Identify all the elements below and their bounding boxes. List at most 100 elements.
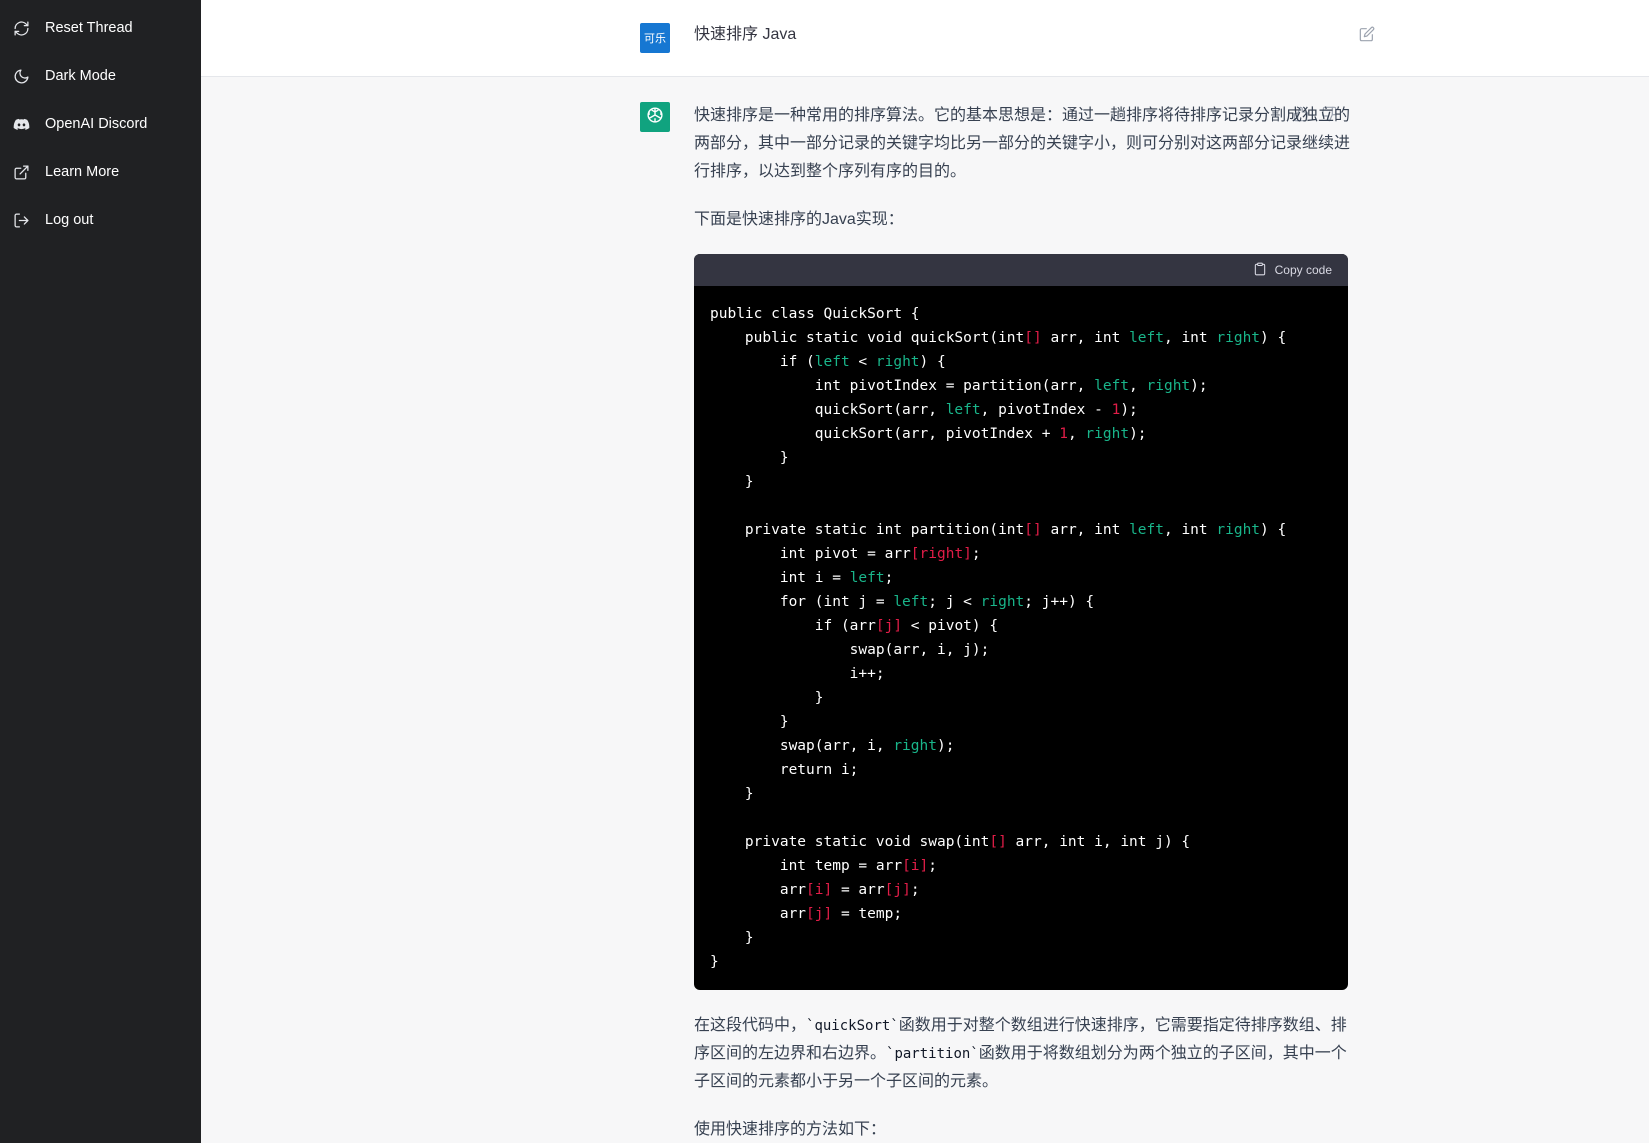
sidebar: Reset Thread Dark Mode OpenAI Discord Le… (0, 0, 201, 1143)
edit-icon (1359, 26, 1375, 46)
openai-logo-icon (644, 104, 666, 131)
code-token: if (arr (710, 618, 876, 634)
java-code: public class QuickSort { public static v… (694, 286, 1348, 990)
code-token: , (1129, 378, 1147, 394)
code-token: int pivotIndex = partition(arr, (710, 378, 1095, 394)
code-line: if (arr[j] < pivot) { (710, 614, 1332, 638)
code-token: arr, int (1041, 522, 1130, 538)
code-token: [j] (806, 906, 833, 922)
code-token: ; (884, 570, 894, 586)
code-line: private static void swap(int[] arr, int … (710, 830, 1332, 854)
code-block-header: Copy code (694, 254, 1348, 286)
code-token: right (875, 354, 920, 370)
code-token: arr, int (1041, 330, 1130, 346)
code-token: , int (1163, 522, 1217, 538)
user-avatar: 可乐 (640, 23, 670, 53)
code-token: left (814, 354, 850, 370)
code-token: } (710, 474, 754, 490)
dark-mode-button[interactable]: Dark Mode (0, 56, 201, 96)
code-token: ) { (1260, 522, 1287, 538)
code-token: arr, int i, int j) { (1006, 834, 1191, 850)
code-token: ); (1190, 378, 1208, 394)
code-line: for (int j = left; j < right; j++) { (710, 590, 1332, 614)
code-line: } (710, 950, 1332, 974)
code-line: ​ (710, 806, 1332, 830)
code-token: [j] (875, 618, 903, 634)
code-token: return i; (710, 762, 859, 778)
reset-thread-button[interactable]: Reset Thread (0, 8, 201, 48)
code-line: } (710, 446, 1332, 470)
code-line: arr[j] = temp; (710, 902, 1332, 926)
log-out-button[interactable]: Log out (0, 200, 201, 240)
discord-icon (12, 115, 30, 133)
code-line: i++; (710, 662, 1332, 686)
code-token: left (1094, 378, 1130, 394)
code-token: swap(arr, i, j); (710, 642, 990, 658)
code-line: int temp = arr[i]; (710, 854, 1332, 878)
openai-discord-link[interactable]: OpenAI Discord (0, 104, 201, 144)
logout-icon (12, 211, 30, 229)
copy-code-label: Copy code (1274, 263, 1332, 277)
code-token: int temp = arr (710, 858, 903, 874)
code-line: swap(arr, i, j); (710, 638, 1332, 662)
code-token: right (1216, 330, 1261, 346)
code-token: ) { (1260, 330, 1287, 346)
code-token: left (849, 570, 885, 586)
copy-code-button[interactable]: Copy code (1253, 262, 1332, 279)
log-out-label: Log out (45, 212, 94, 228)
learn-more-link[interactable]: Learn More (0, 152, 201, 192)
assistant-intro-paragraph: 快速排序是一种常用的排序算法。它的基本思想是：通过一趟排序将待排序记录分割成独立… (694, 107, 1351, 180)
code-token: right (1085, 426, 1130, 442)
code-token: [] (1024, 522, 1042, 538)
code-token: , pivotIndex - (980, 402, 1112, 418)
code-token: quickSort(arr, (710, 402, 946, 418)
clipboard-icon (1253, 262, 1275, 279)
code-token: ; (910, 882, 920, 898)
code-token: 1 (1059, 426, 1068, 442)
code-token: arr (710, 906, 807, 922)
code-token: < (849, 354, 876, 370)
code-token: ; (928, 858, 937, 874)
code-token: i++; (710, 666, 885, 682)
openai-discord-label: OpenAI Discord (45, 116, 148, 132)
code-token: right (893, 738, 937, 754)
code-line: } (710, 686, 1332, 710)
code-line: swap(arr, i, right); (710, 734, 1332, 758)
conversation: 可乐 快速排序 Java 快速排序是一种常用的排序算法。它的基本思想是：通过一趟… (201, 0, 1649, 1143)
code-token: = temp; (832, 906, 903, 922)
assistant-explanation-paragraph: 在这段代码中，`quickSort`函数用于对整个数组进行快速排序，它需要指定待… (694, 1012, 1354, 1096)
code-line: quickSort(arr, pivotIndex + 1, right); (710, 422, 1332, 446)
code-token: public static void quickSort(int (710, 330, 1025, 346)
code-token: right (980, 594, 1025, 610)
code-line: int pivot = arr[right]; (710, 542, 1332, 566)
edit-message-button[interactable] (1359, 26, 1377, 44)
code-line: return i; (710, 758, 1332, 782)
code-token: ; (971, 546, 981, 562)
code-token: } (710, 930, 754, 946)
code-token: [] (989, 834, 1007, 850)
code-token: } (710, 450, 789, 466)
external-link-icon (12, 163, 30, 181)
code-token: arr (710, 882, 807, 898)
code-line: ​ (710, 494, 1332, 518)
code-token: , (1067, 426, 1086, 442)
code-token: private static void swap(int (710, 834, 990, 850)
code-token: int i = (710, 570, 850, 586)
moon-icon (12, 67, 30, 85)
code-line: arr[i] = arr[j]; (710, 878, 1332, 902)
code-token: for (int j = (710, 594, 894, 610)
code-token: left (945, 402, 981, 418)
code-block: Copy code public class QuickSort { publi… (694, 254, 1348, 990)
reset-thread-label: Reset Thread (45, 20, 133, 36)
code-token: public class QuickSort { (710, 306, 920, 322)
refresh-icon (12, 19, 30, 37)
code-token: } (710, 954, 719, 970)
inline-code-quicksort: `quickSort` (806, 1018, 899, 1034)
code-line: } (710, 782, 1332, 806)
code-line: private static int partition(int[] arr, … (710, 518, 1332, 542)
code-token: right (1216, 522, 1261, 538)
code-token: [j] (884, 882, 911, 898)
code-token: ; j++) { (1024, 594, 1095, 610)
user-message-text: 快速排序 Java (694, 26, 797, 43)
code-token: swap(arr, i, (710, 738, 894, 754)
